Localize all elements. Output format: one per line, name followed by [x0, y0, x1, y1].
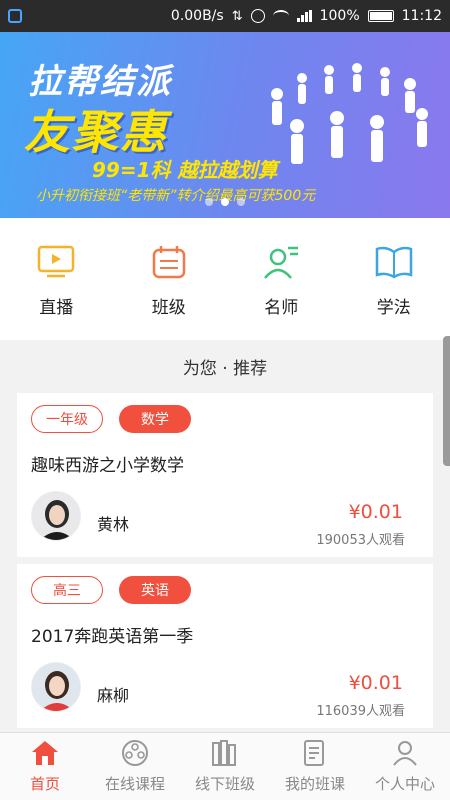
wifi-icon — [272, 10, 289, 22]
teacher-avatar — [31, 491, 81, 541]
quick-nav-label: 直播 — [39, 297, 74, 318]
section-title: 为您 · 推荐 — [182, 358, 268, 379]
app-notification-icon — [8, 9, 22, 23]
alarm-icon — [250, 9, 265, 23]
signal-icon — [296, 10, 312, 22]
calendar-class-icon — [148, 241, 190, 283]
status-bar: 0.00B/s ⇅ 100% 11:12 — [0, 0, 450, 32]
view-count: 116039人观看 — [316, 704, 405, 719]
book-icon — [373, 241, 415, 283]
course-card[interactable]: 高三 英语 2017奔跑英语第一季 麻柳 ¥0.01 116039人观看 — [17, 564, 433, 728]
quick-nav: 直播 班级 名师 学法 — [0, 218, 450, 340]
bottom-nav: 首页 在线课程 线下班级 我的班课 个人中心 — [0, 732, 450, 800]
side-scroll-handle[interactable] — [443, 336, 450, 466]
tab-label: 线下班级 — [194, 775, 255, 793]
quick-nav-live[interactable]: 直播 — [0, 218, 113, 340]
tab-label: 我的班课 — [284, 775, 345, 793]
course-price: ¥0.01 — [348, 501, 403, 523]
carousel-dot[interactable] — [205, 198, 213, 206]
tab-online-courses[interactable]: 在线课程 — [90, 733, 180, 800]
view-count: 190053人观看 — [316, 533, 405, 548]
tab-home[interactable]: 首页 — [0, 733, 90, 800]
clock: 11:12 — [401, 8, 442, 24]
grade-tag: 一年级 — [31, 405, 103, 433]
promo-banner[interactable]: 拉帮结派 友聚惠 99=1科 越拉越划算 小升初衔接班“老带新”转介绍最高可获5… — [0, 32, 450, 218]
sync-icon: ⇅ — [231, 8, 243, 24]
battery-percent: 100% — [319, 8, 360, 24]
subject-tag: 数学 — [119, 405, 191, 433]
banner-slogan: 99=1科 越拉越划算 — [92, 158, 278, 182]
home-icon — [31, 739, 59, 767]
banner-headline: 友聚惠 — [24, 105, 168, 159]
quick-nav-teacher[interactable]: 名师 — [225, 218, 338, 340]
teacher-name: 黄林 — [97, 515, 130, 534]
live-tv-icon — [35, 241, 77, 283]
quick-nav-label: 学法 — [376, 297, 411, 318]
teacher-avatar — [31, 662, 81, 712]
books-icon — [211, 739, 239, 767]
carousel-dot-active[interactable] — [221, 198, 229, 206]
battery-icon — [367, 10, 394, 22]
course-title: 2017奔跑英语第一季 — [31, 627, 194, 647]
tab-label: 个人中心 — [374, 775, 435, 793]
quick-nav-label: 班级 — [151, 297, 186, 318]
course-tags: 高三 英语 — [31, 576, 191, 604]
course-title: 趣味西游之小学数学 — [31, 456, 184, 476]
tab-profile[interactable]: 个人中心 — [360, 733, 450, 800]
people-circle-illustration — [271, 63, 428, 164]
carousel-dots — [0, 198, 450, 206]
grade-tag: 高三 — [31, 576, 103, 604]
course-price: ¥0.01 — [348, 672, 403, 694]
tab-label: 在线课程 — [104, 775, 165, 793]
carousel-dot[interactable] — [237, 198, 245, 206]
tab-label: 首页 — [29, 775, 60, 793]
document-icon — [301, 739, 329, 767]
tab-my-classes[interactable]: 我的班课 — [270, 733, 360, 800]
teacher-name: 麻柳 — [97, 686, 130, 705]
tab-offline-classes[interactable]: 线下班级 — [180, 733, 270, 800]
quick-nav-class[interactable]: 班级 — [113, 218, 226, 340]
film-reel-icon — [121, 739, 149, 767]
quick-nav-label: 名师 — [264, 297, 299, 318]
quick-nav-method[interactable]: 学法 — [338, 218, 450, 340]
teacher-icon — [260, 241, 302, 283]
course-card[interactable]: 一年级 数学 趣味西游之小学数学 黄林 ¥0.01 190053人观看 — [17, 393, 433, 557]
user-icon — [391, 739, 419, 767]
course-tags: 一年级 数学 — [31, 405, 191, 433]
subject-tag: 英语 — [119, 576, 191, 604]
net-speed: 0.00B/s — [170, 8, 224, 24]
